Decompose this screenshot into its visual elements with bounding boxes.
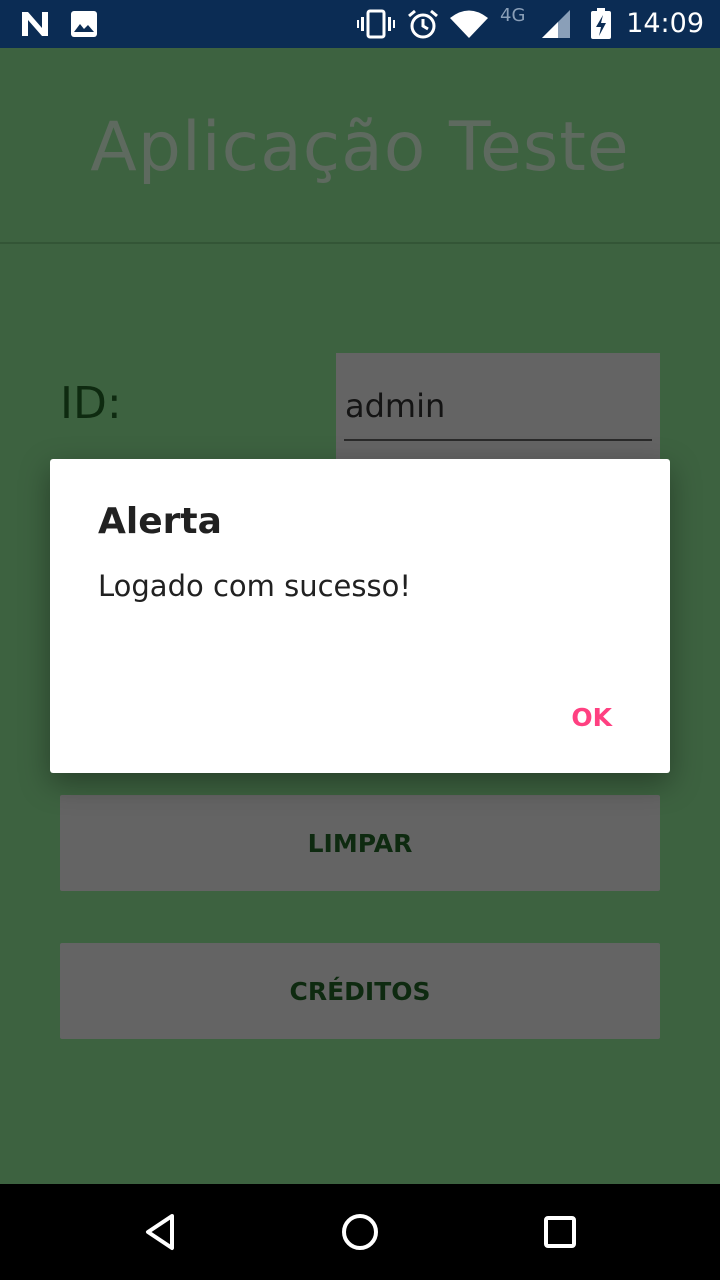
navigation-bar	[0, 1184, 720, 1280]
status-bar: 4G 14:09	[0, 0, 720, 48]
back-icon[interactable]	[136, 1208, 184, 1256]
ok-button[interactable]: OK	[563, 699, 620, 736]
limpar-button[interactable]: LIMPAR	[60, 795, 660, 891]
alert-dialog: Alerta Logado com sucesso! OK	[50, 459, 670, 773]
alarm-icon	[406, 8, 440, 40]
creditos-button[interactable]: CRÉDITOS	[60, 943, 660, 1039]
app-title: Aplicação Teste	[90, 108, 630, 187]
id-input-value: admin	[345, 387, 446, 425]
id-input[interactable]: admin	[336, 353, 660, 463]
battery-charging-icon	[590, 8, 612, 40]
signal-icon	[540, 8, 572, 40]
network-type-label: 4G	[500, 5, 526, 26]
dialog-title: Alerta	[98, 501, 222, 542]
status-time: 14:09	[626, 8, 704, 39]
recents-icon[interactable]	[536, 1208, 584, 1256]
n-notification-icon	[20, 8, 50, 40]
dialog-message: Logado com sucesso!	[98, 569, 411, 603]
image-notification-icon	[70, 8, 98, 40]
home-icon[interactable]	[336, 1208, 384, 1256]
id-label: ID:	[60, 378, 122, 429]
wifi-icon	[449, 8, 489, 40]
id-input-underline	[344, 439, 652, 441]
vibrate-icon	[357, 8, 395, 40]
screen: 4G 14:09 Aplicação Teste ID: admin LIMPA…	[0, 0, 720, 1280]
app-header: Aplicação Teste	[0, 48, 720, 244]
